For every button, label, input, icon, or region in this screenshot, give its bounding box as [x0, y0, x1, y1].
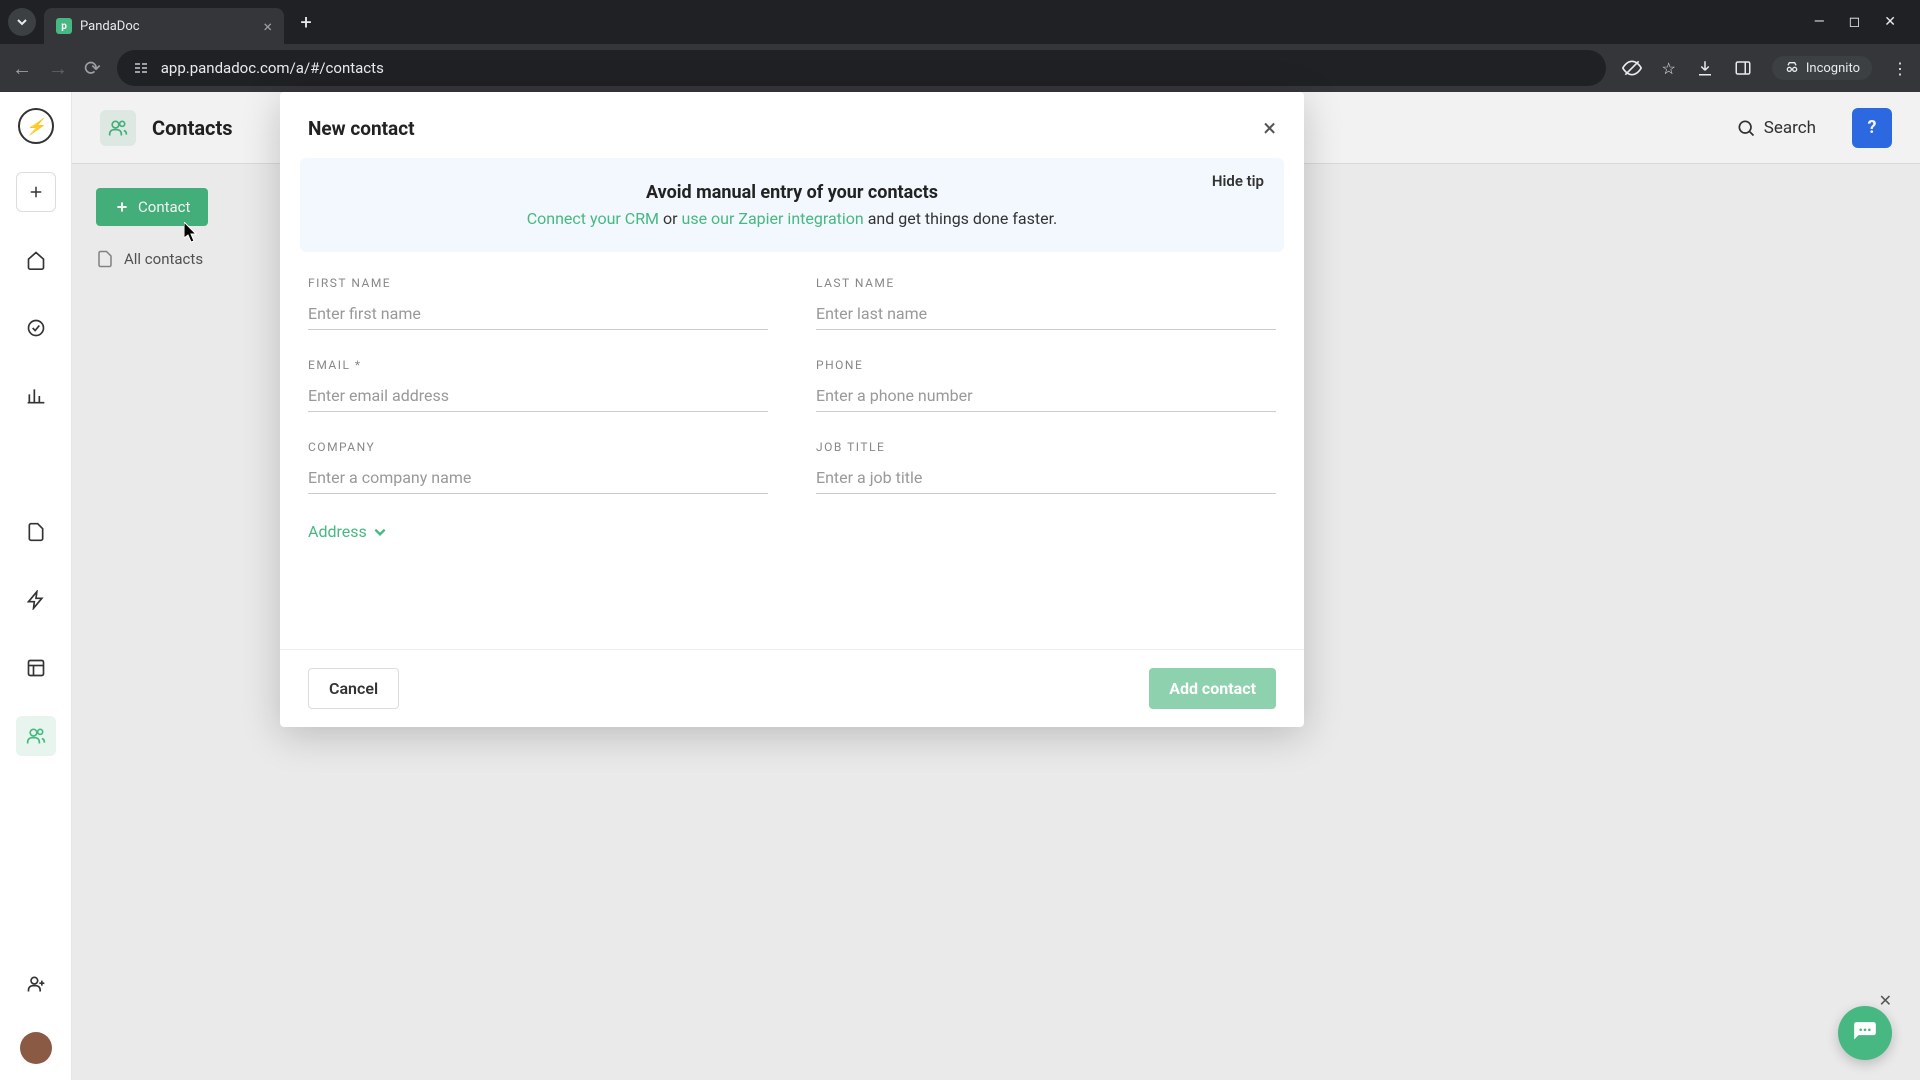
address-toggle[interactable]: Address	[280, 494, 1304, 569]
email-label: EMAIL *	[308, 358, 768, 372]
company-field: COMPANY	[308, 440, 768, 494]
tab-close-icon[interactable]: ×	[263, 17, 272, 36]
first-name-input[interactable]	[308, 298, 768, 330]
chat-icon	[1852, 1020, 1878, 1046]
forward-button[interactable]: →	[48, 56, 68, 81]
tip-box: Hide tip Avoid manual entry of your cont…	[300, 158, 1284, 252]
maximize-icon[interactable]: ◻	[1849, 14, 1861, 30]
browser-tab[interactable]: p PandaDoc ×	[44, 8, 284, 44]
job-title-field: JOB TITLE	[816, 440, 1276, 494]
cancel-button[interactable]: Cancel	[308, 668, 399, 709]
email-input[interactable]	[308, 380, 768, 412]
window-controls: — ◻ ✕	[1814, 14, 1912, 30]
new-tab-button[interactable]: +	[292, 8, 320, 36]
chevron-down-icon	[16, 16, 28, 28]
nav-reports-icon[interactable]	[16, 376, 56, 416]
zapier-link[interactable]: use our Zapier integration	[682, 209, 864, 228]
new-contact-modal: New contact × Hide tip Avoid manual entr…	[280, 92, 1304, 727]
company-input[interactable]	[308, 462, 768, 494]
nav-tasks-icon[interactable]	[16, 308, 56, 348]
nav-contacts-icon[interactable]	[16, 716, 56, 756]
browser-menu-icon[interactable]: ⋮	[1892, 59, 1908, 78]
bookmark-star-icon[interactable]: ☆	[1662, 59, 1676, 78]
nav-home-icon[interactable]	[16, 240, 56, 280]
app-main: Contacts Search ? Contact All contacts	[72, 92, 1920, 1080]
modal-footer: Cancel Add contact	[280, 649, 1304, 727]
email-field: EMAIL *	[308, 358, 768, 412]
back-button[interactable]: ←	[12, 56, 32, 81]
job-title-input[interactable]	[816, 462, 1276, 494]
user-avatar[interactable]	[20, 1032, 52, 1064]
reload-button[interactable]: ⟳	[84, 56, 101, 80]
nav-documents-icon[interactable]	[16, 512, 56, 552]
modal-header: New contact ×	[280, 92, 1304, 158]
tab-search-dropdown[interactable]	[8, 8, 36, 36]
app-sidebar: ⚡	[0, 92, 72, 1080]
url-bar[interactable]: app.pandadoc.com/a/#/contacts	[117, 50, 1606, 86]
tip-rest: and get things done faster.	[864, 209, 1058, 228]
incognito-badge[interactable]: Incognito	[1772, 56, 1872, 80]
modal-title: New contact	[308, 117, 415, 140]
chat-bubble-button[interactable]	[1838, 1006, 1892, 1060]
downloads-icon[interactable]	[1696, 59, 1714, 77]
browser-chrome: p PandaDoc × + — ◻ ✕ ← → ⟳ app.pandadoc.…	[0, 0, 1920, 92]
first-name-field: FIRST NAME	[308, 276, 768, 330]
address-toggle-label: Address	[308, 522, 367, 541]
tab-bar: p PandaDoc × + — ◻ ✕	[0, 0, 1920, 44]
nav-templates-icon[interactable]	[16, 648, 56, 688]
side-panel-icon[interactable]	[1734, 59, 1752, 77]
browser-toolbar: ← → ⟳ app.pandadoc.com/a/#/contacts ☆ In…	[0, 44, 1920, 92]
app-root: ⚡	[0, 92, 1920, 1080]
last-name-input[interactable]	[816, 298, 1276, 330]
job-title-label: JOB TITLE	[816, 440, 1276, 454]
phone-label: PHONE	[816, 358, 1276, 372]
phone-input[interactable]	[816, 380, 1276, 412]
chat-close-icon[interactable]: ✕	[1879, 991, 1892, 1010]
tip-or: or	[659, 209, 681, 228]
create-new-button[interactable]	[16, 172, 56, 212]
incognito-icon	[1784, 60, 1800, 76]
last-name-label: LAST NAME	[816, 276, 1276, 290]
url-text: app.pandadoc.com/a/#/contacts	[161, 59, 384, 77]
site-settings-icon[interactable]	[133, 60, 149, 76]
incognito-label: Incognito	[1806, 61, 1860, 76]
company-label: COMPANY	[308, 440, 768, 454]
chevron-down-icon	[373, 525, 387, 539]
nav-automations-icon[interactable]	[16, 580, 56, 620]
workspace-logo[interactable]: ⚡	[18, 108, 54, 144]
tab-title: PandaDoc	[80, 19, 255, 34]
tip-body: Connect your CRM or use our Zapier integ…	[328, 209, 1256, 228]
modal-close-button[interactable]: ×	[1263, 114, 1276, 142]
nav-invite-icon[interactable]	[16, 964, 56, 1004]
first-name-label: FIRST NAME	[308, 276, 768, 290]
phone-field: PHONE	[816, 358, 1276, 412]
connect-crm-link[interactable]: Connect your CRM	[527, 209, 659, 228]
minimize-icon[interactable]: —	[1814, 14, 1825, 30]
tab-favicon: p	[56, 18, 72, 34]
hide-tip-button[interactable]: Hide tip	[1212, 172, 1264, 190]
tip-title: Avoid manual entry of your contacts	[328, 182, 1256, 203]
last-name-field: LAST NAME	[816, 276, 1276, 330]
eye-off-icon[interactable]	[1622, 58, 1642, 78]
close-window-icon[interactable]: ✕	[1884, 14, 1896, 30]
form-grid: FIRST NAME LAST NAME EMAIL * PHONE COMPA…	[280, 276, 1304, 494]
add-contact-submit-button[interactable]: Add contact	[1149, 668, 1276, 709]
